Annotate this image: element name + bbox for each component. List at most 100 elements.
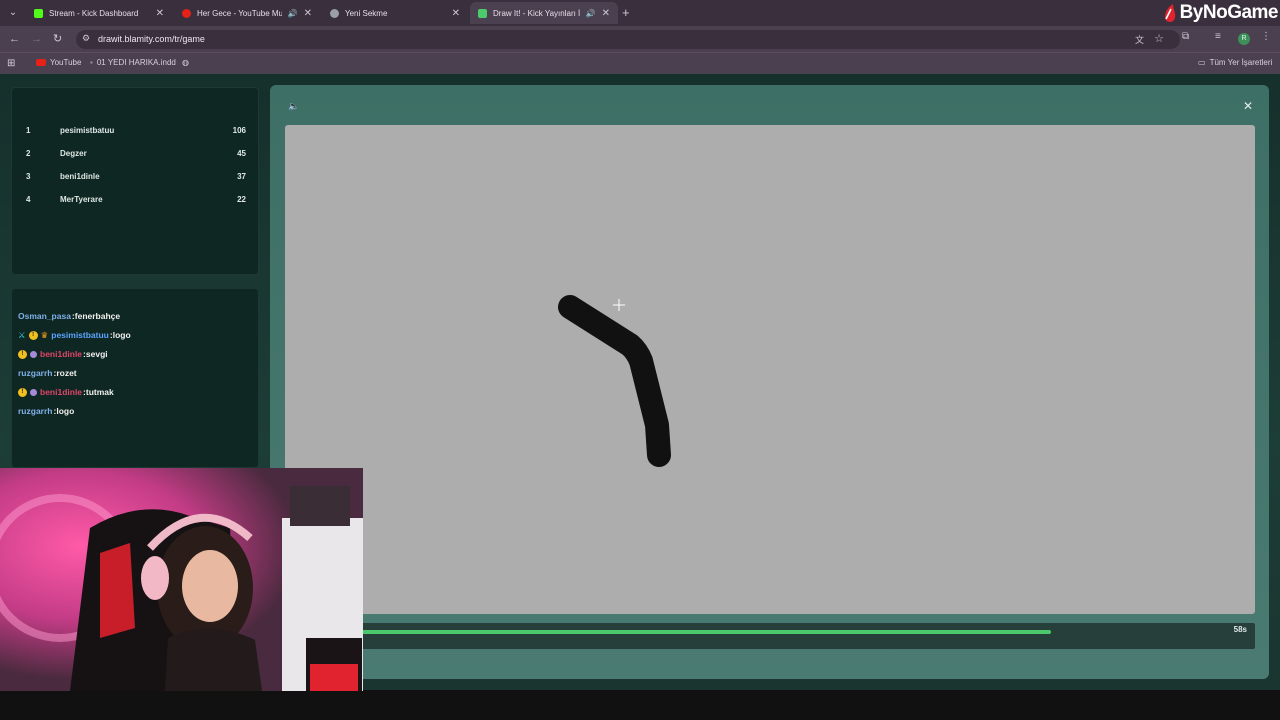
player-name: MerTyerare — [60, 195, 103, 204]
page-icon: ▪ — [90, 58, 93, 67]
youtube-music-icon — [182, 8, 191, 18]
close-tab-icon[interactable]: ✕ — [452, 8, 460, 19]
leaderboard-row: 3 beni1dinle 37 — [26, 172, 246, 186]
tab-label: Yeni Sekme — [345, 8, 388, 18]
sub-badge-icon — [30, 388, 37, 396]
chat-text: rozet — [56, 368, 77, 378]
bookmark-label: Tüm Yer İşaretleri — [1209, 58, 1273, 67]
timer-progress-bar — [295, 630, 1051, 634]
player-points: 45 — [237, 149, 246, 158]
leaderboard-panel: 1 pesimistbatuu 106 2 Degzer 45 3 beni1d… — [11, 87, 259, 275]
sound-toggle-icon[interactable]: 🔈 — [288, 101, 299, 112]
translate-icon[interactable]: 文 — [1135, 33, 1144, 46]
player-name: beni1dinle — [60, 172, 100, 181]
player-points: 106 — [232, 126, 246, 135]
player-points: 22 — [237, 195, 246, 204]
menu-kebab-icon[interactable]: ⋮ — [1261, 31, 1271, 42]
chat-user[interactable]: ruzgarrh — [18, 368, 52, 378]
webcam-overlay — [0, 468, 363, 691]
rank: 3 — [26, 172, 31, 181]
chat-user[interactable]: Osman_pasa — [18, 311, 71, 321]
chat-message: ruzgarrh: logo — [18, 406, 75, 416]
close-tab-icon[interactable]: ✕ — [304, 8, 312, 19]
speaker-icon[interactable]: 🔊 — [288, 9, 298, 18]
player-points: 37 — [237, 172, 246, 181]
tab-label: Stream - Kick Dashboard — [49, 8, 139, 18]
browser-tab-bar: ⌄ Stream - Kick Dashboard ✕ Her Gece - Y… — [0, 0, 1280, 26]
tab-kick-dashboard[interactable]: Stream - Kick Dashboard ✕ — [26, 2, 172, 24]
chat-message: ! beni1dinle: tutmak — [18, 385, 114, 399]
badge-icon: ! — [28, 330, 38, 340]
tab-label: Draw It! - Kick Yayınları İçin — [493, 8, 580, 18]
extensions-icon[interactable]: ⧉ — [1182, 31, 1189, 42]
bynogame-logo-icon — [1164, 4, 1175, 22]
sword-badge-icon: ⚔ — [18, 329, 26, 340]
media-control-icon[interactable]: ≡ — [1215, 31, 1221, 42]
round-timer: 58s — [285, 623, 1255, 649]
chat-message: ruzgarrh: rozet — [18, 368, 77, 378]
apps-grid-icon[interactable]: ⊞ — [7, 58, 15, 69]
chat-user[interactable]: pesimistbatuu — [51, 330, 109, 340]
rank: 4 — [26, 195, 31, 204]
badge-icon: ! — [18, 349, 27, 359]
reload-icon[interactable]: ↻ — [53, 31, 62, 47]
tab-search-icon[interactable]: ⌄ — [4, 4, 22, 22]
crosshair-cursor-icon — [613, 299, 625, 311]
sub-badge-icon — [30, 350, 37, 358]
brand-text: ByNoGame — [1179, 2, 1279, 23]
url-text: drawit.blamity.com/tr/game — [98, 34, 205, 44]
player-name: Degzer — [60, 149, 87, 158]
rank: 1 — [26, 126, 31, 135]
browser-toolbar: ← → ↻ ⚙ drawit.blamity.com/tr/game 文 ☆ ⧉… — [0, 26, 1280, 52]
folder-icon: ▭ — [1198, 58, 1206, 67]
rank: 2 — [26, 149, 31, 158]
close-tab-icon[interactable]: ✕ — [156, 8, 164, 19]
close-icon[interactable]: ✕ — [1243, 99, 1253, 113]
close-tab-icon[interactable]: ✕ — [602, 8, 610, 19]
profile-avatar[interactable]: R — [1238, 33, 1250, 45]
drawing-stroke — [558, 295, 671, 467]
drawing-stroke-layer — [558, 295, 671, 467]
player-name: pesimistbatuu — [60, 126, 115, 135]
taskbar-strip — [0, 690, 1280, 720]
new-tab-button[interactable]: + — [622, 4, 630, 22]
youtube-icon — [36, 59, 46, 66]
speaker-icon[interactable]: 🔊 — [586, 9, 596, 18]
bookmark-youtube[interactable]: YouTube — [36, 58, 81, 67]
game-panel: 🔈 ✕ 58s — [270, 85, 1269, 679]
bookmark-star-icon[interactable]: ☆ — [1154, 32, 1164, 45]
chat-text: sevgi — [85, 349, 108, 359]
streamer-webcam-image — [0, 468, 363, 691]
bookmark-label: YouTube — [50, 58, 82, 67]
chat-user[interactable]: beni1dinle — [40, 387, 82, 397]
chat-text: tutmak — [85, 387, 114, 397]
tab-new-tab[interactable]: Yeni Sekme ✕ — [322, 2, 468, 24]
chat-user[interactable]: beni1dinle — [40, 349, 82, 359]
globe-icon[interactable]: ◍ — [182, 58, 189, 67]
chat-message: ! beni1dinle: sevgi — [18, 347, 108, 361]
back-icon[interactable]: ← — [9, 31, 20, 47]
chat-message: ⚔ ! ♛ pesimistbatuu: logo — [18, 329, 131, 341]
tab-youtube-music[interactable]: Her Gece - YouTube Music 🔊 ✕ — [174, 2, 320, 24]
tab-draw-it[interactable]: Draw It! - Kick Yayınları İçin 🔊 ✕ — [470, 2, 618, 24]
bookmarks-bar: ⊞ YouTube ▪ 01 YEDI HARIKA.indd ◍ ▭ Tüm … — [0, 52, 1280, 74]
chat-text: logo — [112, 330, 131, 340]
bookmark-file[interactable]: ▪ 01 YEDI HARIKA.indd — [90, 58, 176, 67]
tab-label: Her Gece - YouTube Music — [197, 8, 282, 18]
address-bar[interactable]: ⚙ drawit.blamity.com/tr/game 文 ☆ — [76, 30, 1180, 49]
timer-text: 58s — [1233, 625, 1247, 634]
all-bookmarks[interactable]: ▭ Tüm Yer İşaretleri — [1198, 58, 1272, 67]
crown-badge-icon: ♛ — [40, 329, 49, 340]
forward-icon[interactable]: → — [31, 31, 42, 47]
drawit-icon — [478, 8, 487, 18]
bookmark-label: 01 YEDI HARIKA.indd — [96, 58, 176, 67]
chat-message: Osman_pasa: fenerbahçe — [18, 311, 121, 321]
site-info-icon[interactable]: ⚙ — [82, 33, 90, 44]
chat-user[interactable]: ruzgarrh — [18, 406, 52, 416]
drawing-canvas[interactable] — [285, 125, 1255, 614]
kick-icon — [34, 8, 43, 18]
chat-panel: Osman_pasa: fenerbahçe ⚔ ! ♛ pesimistbatu… — [11, 288, 259, 468]
chat-text: logo — [56, 406, 75, 416]
leaderboard-row: 1 pesimistbatuu 106 — [26, 126, 246, 140]
leaderboard-row: 4 MerTyerare 22 — [26, 195, 246, 209]
